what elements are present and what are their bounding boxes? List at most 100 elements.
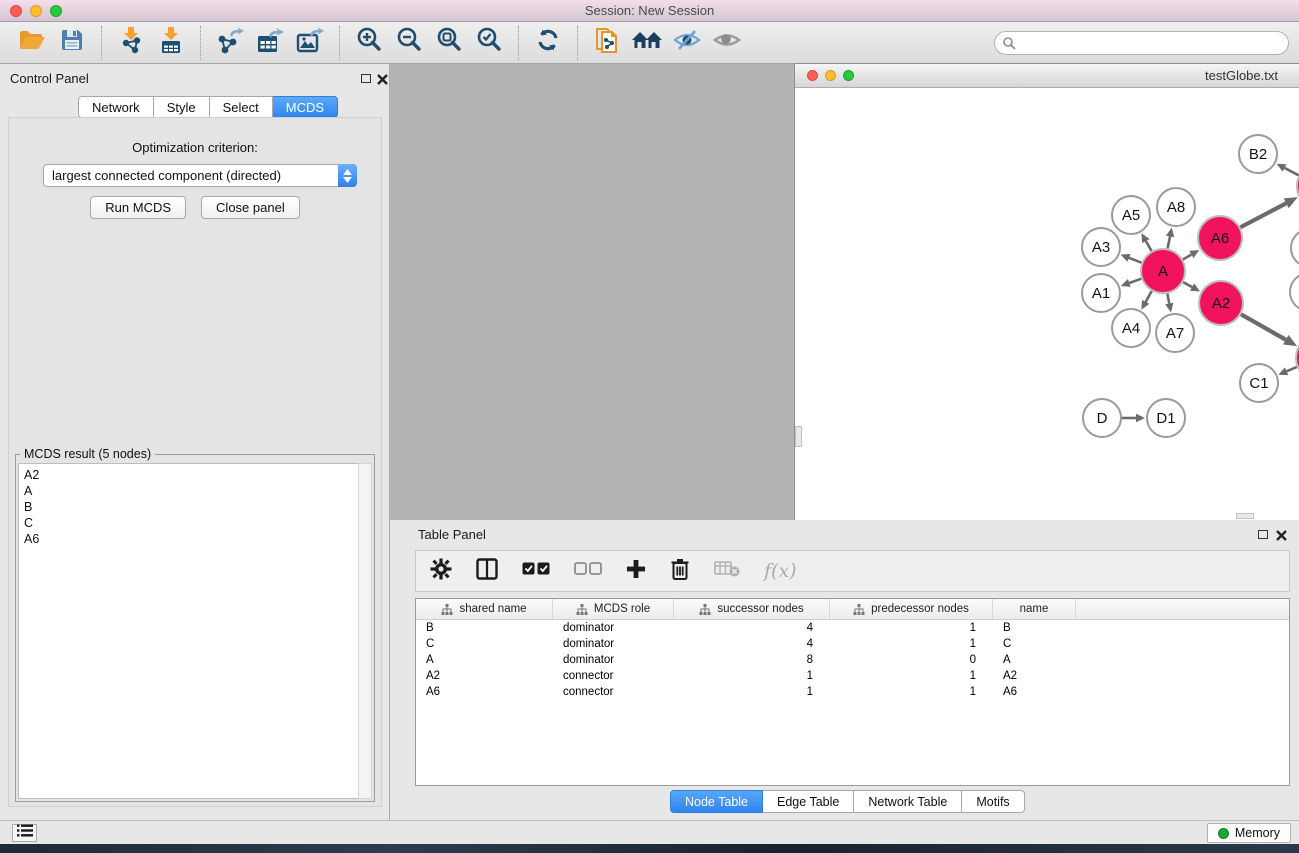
network-canvas[interactable]: AA1A2A3A4A5A6A7A8BB1B2B3B4CC1C2C3C4DD1: [795, 88, 1299, 520]
tab-motifs[interactable]: Motifs: [962, 790, 1024, 813]
tab-select[interactable]: Select: [210, 96, 273, 118]
close-table-panel-icon[interactable]: [1276, 528, 1288, 540]
zoom-out-button[interactable]: [392, 26, 426, 60]
result-list-scrollbar[interactable]: [358, 463, 372, 799]
graph-edge[interactable]: [1241, 314, 1286, 339]
zoom-fit-button[interactable]: [432, 26, 466, 60]
reset-layout-button[interactable]: [630, 26, 664, 60]
memory-button[interactable]: Memory: [1207, 823, 1291, 843]
graph-node-C2[interactable]: [1290, 273, 1299, 311]
delete-table-button[interactable]: [714, 560, 740, 583]
run-mcds-button[interactable]: Run MCDS: [90, 196, 186, 219]
close-window-button[interactable]: [10, 5, 22, 17]
deselect-all-columns-button[interactable]: [574, 562, 602, 581]
column-header-label: successor nodes: [717, 603, 803, 615]
graph-edge[interactable]: [1240, 203, 1286, 227]
table-row[interactable]: Cdominator41C: [416, 636, 1289, 652]
tab-mcds[interactable]: MCDS: [273, 96, 338, 118]
open-session-button[interactable]: [15, 26, 49, 60]
minimize-window-button[interactable]: [30, 5, 42, 17]
table-panel: Table Panel f(x) shared nameMCDS rolesuc…: [390, 520, 1299, 820]
table-row[interactable]: Adominator80A: [416, 652, 1289, 668]
tab-network-table[interactable]: Network Table: [854, 790, 962, 813]
result-list-item[interactable]: A2: [24, 467, 358, 483]
graph-edge[interactable]: [1183, 282, 1192, 287]
import-table-button[interactable]: [154, 26, 188, 60]
table-settings-button[interactable]: [430, 558, 452, 585]
graph-edge[interactable]: [1285, 168, 1299, 175]
graph-edge[interactable]: [1146, 291, 1152, 302]
table-row[interactable]: A2connector11A2: [416, 668, 1289, 684]
column-header-successor-nodes[interactable]: successor nodes: [674, 599, 830, 619]
criterion-dropdown[interactable]: largest connected component (directed): [43, 164, 357, 187]
save-session-button[interactable]: [55, 26, 89, 60]
table-cell: B: [416, 620, 553, 636]
column-type-icon: [576, 604, 588, 615]
criterion-dropdown-value: largest connected component (directed): [44, 168, 338, 183]
split-view-button[interactable]: [476, 558, 498, 585]
open-recent-session-button[interactable]: [590, 26, 624, 60]
column-header-predecessor-nodes[interactable]: predecessor nodes: [830, 599, 993, 619]
horizontal-scroll-thumb[interactable]: [1236, 513, 1254, 519]
graph-edge[interactable]: [1129, 279, 1141, 283]
memory-label: Memory: [1235, 826, 1280, 840]
hide-graphics-details-button[interactable]: [670, 26, 704, 60]
close-panel-button[interactable]: Close panel: [201, 196, 300, 219]
result-list-item[interactable]: C: [24, 515, 358, 531]
network-view-window: testGlobe.txt AA1A2A3A4A5A6A7A8BB1B2B3B4…: [794, 63, 1299, 521]
import-network-button[interactable]: [114, 26, 148, 60]
graph-node-label: C1: [1249, 375, 1268, 392]
tab-style[interactable]: Style: [154, 96, 210, 118]
delete-column-button[interactable]: [670, 558, 690, 585]
export-image-button[interactable]: [293, 26, 327, 60]
column-header-shared-name[interactable]: shared name: [416, 599, 553, 619]
table-row[interactable]: A6connector11A6: [416, 684, 1289, 700]
export-table-button[interactable]: [253, 26, 287, 60]
close-panel-icon[interactable]: [377, 72, 389, 84]
float-panel-icon[interactable]: [361, 74, 371, 83]
table-row[interactable]: Bdominator41B: [416, 620, 1289, 636]
refresh-button[interactable]: [531, 26, 565, 60]
graph-edge[interactable]: [1183, 255, 1192, 260]
mcds-result-list[interactable]: A2ABCA6: [18, 463, 359, 799]
vertical-scroll-thumb[interactable]: [795, 426, 802, 447]
tab-edge-table[interactable]: Edge Table: [763, 790, 854, 813]
graph-edge[interactable]: [1146, 241, 1152, 251]
graph-node-label: A2: [1212, 295, 1230, 312]
zoom-in-icon: [355, 26, 383, 59]
result-list-item[interactable]: B: [24, 499, 358, 515]
search-input[interactable]: [994, 31, 1289, 55]
column-header-name[interactable]: name: [993, 599, 1076, 619]
float-table-panel-icon[interactable]: [1258, 530, 1268, 539]
toolbar-separator: [577, 26, 578, 60]
graph-edge[interactable]: [1287, 367, 1297, 371]
table-cell: C: [416, 636, 553, 652]
zoom-selected-button[interactable]: [472, 26, 506, 60]
table-cell: A6: [416, 684, 553, 700]
export-network-button[interactable]: [213, 26, 247, 60]
window-controls: [10, 5, 62, 17]
graph-edge[interactable]: [1167, 294, 1169, 304]
task-history-button[interactable]: [12, 824, 37, 842]
maximize-network-window-button[interactable]: [843, 70, 854, 81]
zoom-in-button[interactable]: [352, 26, 386, 60]
graph-edge[interactable]: [1129, 258, 1142, 263]
minimize-network-window-button[interactable]: [825, 70, 836, 81]
column-header-MCDS-role[interactable]: MCDS role: [553, 599, 674, 619]
toolbar-separator: [101, 26, 102, 60]
graph-node-B1[interactable]: [1291, 229, 1299, 267]
show-graphics-details-button[interactable]: [710, 26, 744, 60]
result-list-item[interactable]: A: [24, 483, 358, 499]
refresh-icon: [535, 27, 561, 58]
result-list-item[interactable]: A6: [24, 531, 358, 547]
graph-edge[interactable]: [1168, 236, 1170, 248]
function-builder-button[interactable]: f(x): [764, 560, 797, 582]
tab-network[interactable]: Network: [78, 96, 154, 118]
maximize-window-button[interactable]: [50, 5, 62, 17]
tab-node-table[interactable]: Node Table: [670, 790, 763, 813]
close-network-window-button[interactable]: [807, 70, 818, 81]
add-column-button[interactable]: [626, 559, 646, 584]
node-table-body: Bdominator41BCdominator41CAdominator80AA…: [416, 620, 1289, 700]
select-all-columns-button[interactable]: [522, 562, 550, 581]
memory-status-icon: [1218, 828, 1229, 839]
